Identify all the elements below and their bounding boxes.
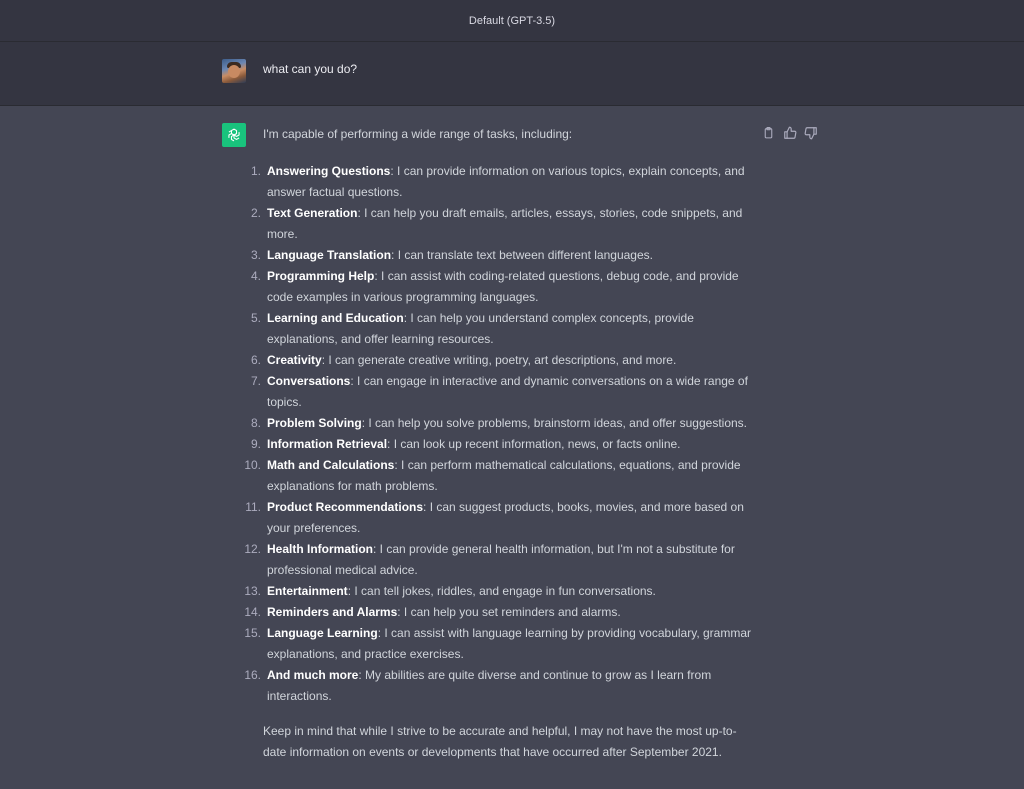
list-item: 16. And much more: My abilities are quite… [241, 665, 751, 707]
list-item-title: Reminders and Alarms [267, 605, 398, 619]
list-item-number: 7. [250, 374, 261, 388]
list-item-number: 3. [250, 248, 261, 262]
list-item: 10. Math and Calculations: I can perform … [241, 455, 751, 497]
list-item: 14. Reminders and Alarms: I can help you … [241, 602, 751, 623]
list-item: 2. Text Generation: I can help you draft … [241, 203, 751, 245]
list-item-number: 4. [250, 269, 261, 283]
list-item: 9. Information Retrieval: I can look up r… [241, 434, 751, 455]
list-item-description: : I can generate creative writing, poetr… [321, 353, 677, 367]
list-item: 11. Product Recommendations: I can sugges… [241, 497, 751, 539]
list-item-description: : I can translate text between different… [391, 248, 653, 262]
list-item-number: 5. [250, 311, 261, 325]
list-item-number: 2. [250, 206, 261, 220]
list-item: 1. Answering Questions: I can provide inf… [241, 161, 751, 203]
list-item-number: 1. [250, 164, 261, 178]
list-item-title: Math and Calculations [267, 458, 395, 472]
list-item-description: : I can look up recent information, news… [387, 437, 681, 451]
list-item-title: Information Retrieval [267, 437, 388, 451]
thumbs-down-icon[interactable] [804, 126, 819, 141]
list-item-title: Entertainment [267, 584, 348, 598]
list-item-title: Programming Help [267, 269, 375, 283]
list-item-title: Answering Questions [267, 164, 391, 178]
list-item-title: Language Learning [267, 626, 378, 640]
list-item-title: Product Recommendations [267, 500, 424, 514]
list-item-title: Health Information [267, 542, 374, 556]
list-item: 15. Language Learning: I can assist with … [241, 623, 751, 665]
list-item-title: Conversations [267, 374, 351, 388]
list-item-title: And much more [267, 668, 359, 682]
list-item-description: : I can help you solve problems, brainst… [361, 416, 748, 430]
list-item: 8. Problem Solving: I can help you solve … [241, 413, 751, 434]
list-item: 5. Learning and Education: I can help you… [241, 308, 751, 350]
list-item-description: : I can help you set reminders and alarm… [397, 605, 621, 619]
list-item-title: Language Translation [267, 248, 392, 262]
user-message-row: what can you do? [0, 42, 1024, 106]
list-item-title: Text Generation [267, 206, 358, 220]
list-item-title: Problem Solving [267, 416, 362, 430]
list-item: 7. Conversations: I can engage in interac… [241, 371, 751, 413]
assistant-intro: I'm capable of performing a wide range o… [263, 127, 573, 141]
user-message-text: what can you do? [263, 62, 358, 76]
list-item-number: 10. [244, 458, 261, 472]
list-item: 3. Language Translation: I can translate … [241, 245, 751, 266]
list-item-title: Creativity [267, 353, 322, 367]
top-bar: Default (GPT-3.5) [0, 0, 1024, 42]
list-item: 13. Entertainment: I can tell jokes, ridd… [241, 581, 751, 602]
list-item: 4. Programming Help: I can assist with co… [241, 266, 751, 308]
model-title[interactable]: Default (GPT-3.5) [469, 15, 555, 27]
chatgpt-logo-icon [222, 123, 246, 147]
clipboard-icon[interactable] [762, 126, 777, 141]
message-actions [762, 126, 819, 141]
list-item-number: 8. [250, 416, 261, 430]
list-item-number: 13. [244, 584, 261, 598]
assistant-outro: Keep in mind that while I strive to be a… [263, 724, 737, 759]
assistant-message-row: I'm capable of performing a wide range o… [0, 106, 1024, 789]
list-item-number: 12. [244, 542, 261, 556]
thumbs-up-icon[interactable] [783, 126, 798, 141]
list-item-number: 11. [245, 500, 261, 514]
list-item: 12. Health Information: I can provide gen… [241, 539, 751, 581]
list-item-number: 9. [250, 437, 261, 451]
list-item-title: Learning and Education [267, 311, 404, 325]
capability-list: 1. Answering Questions: I can provide inf… [241, 161, 751, 707]
user-avatar [222, 59, 246, 83]
list-item-description: : I can tell jokes, riddles, and engage … [347, 584, 656, 598]
list-item-number: 6. [250, 353, 261, 367]
list-item-number: 16. [244, 668, 261, 682]
list-item: 6. Creativity: I can generate creative wr… [241, 350, 751, 371]
list-item-number: 15. [244, 626, 261, 640]
list-item-number: 14. [244, 605, 261, 619]
